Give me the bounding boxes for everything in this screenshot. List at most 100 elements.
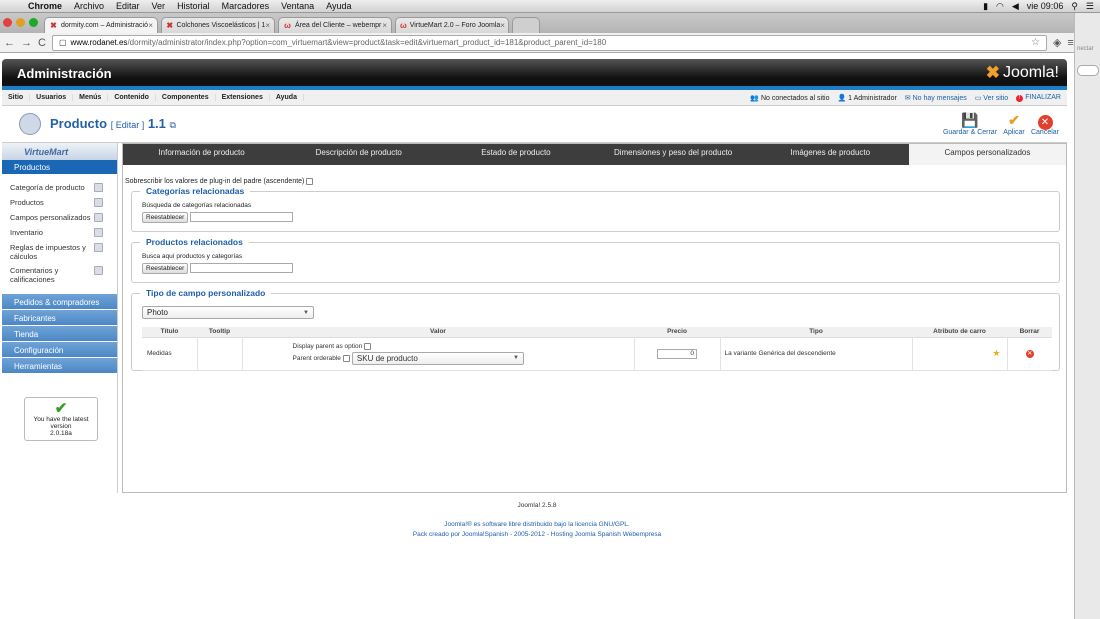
admin-status: 👥 No conectados al sitio 👤 1 Administrad… — [750, 94, 1067, 102]
battery-icon[interactable]: ▮ — [983, 1, 988, 12]
sidebar-group-herramientas[interactable]: Herramientas — [2, 357, 117, 373]
tab-estado[interactable]: Estado de producto — [437, 144, 594, 165]
close-tab-icon[interactable]: × — [265, 21, 270, 30]
sidebar-group-configuracion[interactable]: Configuración — [2, 341, 117, 357]
forward-icon[interactable]: → — [21, 37, 32, 49]
close-tab-icon[interactable]: × — [382, 21, 387, 30]
os-menu-chrome[interactable]: Chrome — [22, 1, 68, 11]
sidebar-group-pedidos[interactable]: Pedidos & compradores — [2, 293, 117, 309]
admin-icon: 👤 — [837, 94, 847, 102]
sku-select-value: SKU de producto — [356, 353, 418, 363]
reset-products-button[interactable]: Reestablecer — [142, 263, 189, 274]
os-menu-view[interactable]: Ver — [146, 1, 172, 11]
related-products-input[interactable] — [190, 263, 293, 273]
parent-orderable-checkbox[interactable] — [342, 354, 350, 362]
override-row: Sobrescribir los valores de plug-in del … — [125, 178, 314, 185]
side-mini-box — [1077, 65, 1099, 76]
menu-ayuda[interactable]: Ayuda — [270, 94, 304, 101]
wifi-icon[interactable]: ◠ — [996, 1, 1004, 12]
browser-tab[interactable]: ✖ dormity.com – Administració × — [44, 17, 158, 33]
reload-icon[interactable]: C — [38, 37, 46, 49]
os-menu-history[interactable]: Historial — [171, 1, 216, 11]
menu-sitio[interactable]: Sitio — [2, 94, 31, 101]
new-tab-button[interactable] — [512, 17, 540, 33]
cancel-button[interactable]: ✕ Cancelar — [1030, 112, 1060, 136]
sidebar-item-comentarios[interactable]: Comentarios y calificaciones — [2, 264, 117, 287]
tab-imagenes[interactable]: Imágenes de producto — [752, 144, 909, 165]
bookmark-star-icon[interactable]: ☆ — [1031, 37, 1040, 48]
notifications-icon[interactable]: ☰ — [1086, 1, 1094, 12]
override-label: Sobrescribir los valores de plug-in del … — [125, 178, 305, 185]
col-titulo: Título — [142, 327, 197, 338]
sidebar-item-impuestos[interactable]: Reglas de impuestos y cálculos — [2, 241, 117, 264]
address-bar[interactable]: ▢ www.rodanet.es /dormity/administrator/… — [51, 34, 1047, 51]
os-menu-help[interactable]: Ayuda — [320, 1, 357, 11]
product-icon — [19, 113, 41, 135]
minimize-window-icon[interactable] — [16, 18, 25, 27]
browser-tab[interactable]: ω VirtueMart 2.0 – Foro Joomla × — [395, 17, 509, 33]
virtuemart-logo[interactable]: VirtueMart — [2, 143, 117, 160]
sidebar-section-productos[interactable]: Productos — [2, 160, 117, 174]
custom-field-type-value: Photo — [147, 308, 168, 317]
override-checkbox[interactable] — [306, 178, 314, 185]
menu-componentes[interactable]: Componentes — [156, 94, 216, 101]
os-menu-window[interactable]: Ventana — [275, 1, 320, 11]
row-title: Medidas — [142, 337, 198, 371]
footer-license-link[interactable]: Joomla!® es software libre distribuido b… — [0, 521, 1074, 528]
tab-descripcion[interactable]: Descripción de producto — [280, 144, 437, 165]
col-tooltip: Tooltip — [197, 327, 242, 338]
external-link-icon[interactable]: ⧉ — [170, 120, 176, 130]
footer-pack-link[interactable]: Pack creado por Joomla!Spanish - 2005-20… — [0, 531, 1074, 538]
footer-version: Joomla! 2.5.8 — [517, 502, 557, 509]
menu-extensiones[interactable]: Extensiones — [216, 94, 270, 101]
page-title-version: 1.1 — [147, 116, 166, 131]
delete-icon[interactable]: ✕ — [1025, 349, 1034, 358]
apply-label: Aplicar — [1003, 129, 1025, 136]
apply-button[interactable]: ✔ Aplicar — [1002, 112, 1026, 136]
view-site-link[interactable]: ▭ Ver sitio — [975, 94, 1008, 102]
menu-menus[interactable]: Menús — [73, 94, 109, 101]
close-tab-icon[interactable]: × — [148, 21, 153, 30]
save-close-button[interactable]: 💾 Guardar & Cerrar — [942, 112, 998, 136]
spotlight-icon[interactable]: ⚲ — [1071, 1, 1078, 12]
os-menu-bookmarks[interactable]: Marcadores — [216, 1, 276, 11]
price-input[interactable]: 0 — [657, 348, 697, 359]
close-tab-icon[interactable]: × — [500, 21, 505, 30]
close-window-icon[interactable] — [3, 18, 12, 27]
sku-select[interactable]: SKU de producto ▼ — [351, 351, 524, 365]
sidebar-item-inventario[interactable]: Inventario — [2, 226, 117, 241]
custom-field-type-select[interactable]: Photo ▼ — [142, 306, 314, 319]
sidebar-item-categoria[interactable]: Categoría de producto — [2, 181, 117, 196]
os-menu-file[interactable]: Archivo — [68, 1, 110, 11]
volume-icon[interactable]: ◀ — [1012, 1, 1019, 12]
display-parent-checkbox[interactable] — [364, 342, 372, 350]
related-products-label: Busca aquí productos y categorías — [142, 253, 243, 260]
cart-attribute-icon[interactable]: ★ — [912, 337, 1008, 371]
extension-icon[interactable]: ◈ — [1053, 36, 1061, 49]
reset-categories-button[interactable]: Reestablecer — [142, 212, 189, 223]
tab-campos-personalizados[interactable]: Campos personalizados — [908, 144, 1067, 165]
sidebar-group-fabricantes[interactable]: Fabricantes — [2, 309, 117, 325]
os-clock[interactable]: vie 09:06 — [1027, 1, 1064, 11]
sidebar-item-campos[interactable]: Campos personalizados — [2, 211, 117, 226]
display-parent-row: Display parent as option — [293, 342, 634, 350]
sidebar-item-productos[interactable]: Productos — [2, 196, 117, 211]
custom-fields-table: Título Tooltip Valor Precio Tipo Atribut… — [142, 327, 1052, 371]
os-menu-edit[interactable]: Editar — [110, 1, 146, 11]
menu-contenido[interactable]: Contenido — [108, 94, 156, 101]
browser-tab[interactable]: ω Área del Cliente – webempr × — [278, 17, 392, 33]
messages-link[interactable]: ✉ No hay mensajes — [905, 94, 967, 102]
sidebar-group-tienda[interactable]: Tienda — [2, 325, 117, 341]
browser-toolbar: ← → C ▢ www.rodanet.es /dormity/administ… — [0, 33, 1074, 53]
tab-dimensiones[interactable]: Dimensiones y peso del producto — [595, 144, 752, 165]
related-categories-input[interactable] — [190, 212, 293, 222]
chrome-menu-icon[interactable]: ≡ — [1067, 37, 1073, 49]
logout-link[interactable]: ! FINALIZAR — [1016, 94, 1061, 102]
browser-tab[interactable]: ✖ Colchones Viscoelásticos | 1 × — [161, 17, 275, 33]
zoom-window-icon[interactable] — [29, 18, 38, 27]
menu-usuarios[interactable]: Usuarios — [30, 94, 74, 101]
tab-informacion[interactable]: Información de producto — [123, 144, 280, 165]
version-message: You have the latest version — [33, 416, 89, 430]
back-icon[interactable]: ← — [4, 37, 15, 49]
joomla-logo[interactable]: ✖ Joomla! — [986, 63, 1059, 83]
